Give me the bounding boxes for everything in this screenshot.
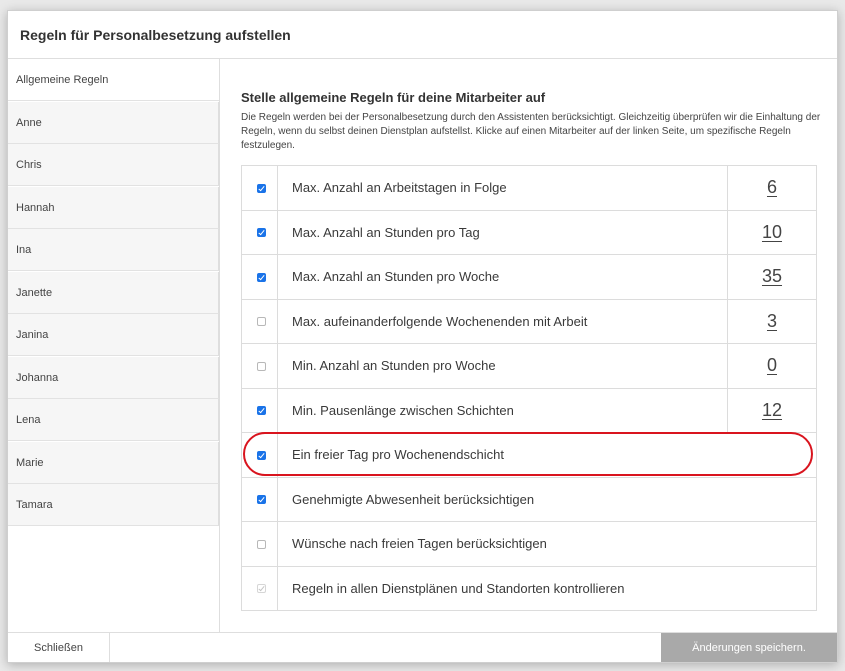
checkbox-cell [242,299,278,343]
rule-label: Genehmigte Abwesenheit berücksichtigen [292,491,535,507]
rule-label: Min. Pausenlänge zwischen Schichten [292,402,514,418]
sidebar-item-anne[interactable]: Anne [8,101,219,144]
checkbox-cell [242,433,278,477]
save-changes-button[interactable]: Änderungen speichern. [661,633,837,662]
rule-row: Max. Anzahl an Stunden pro Woche 35 [242,255,816,300]
rule-label: Max. aufeinanderfolgende Wochenenden mit… [292,313,588,329]
checkbox-cell [242,522,278,566]
sidebar-item-janette[interactable]: Janette [8,271,219,314]
rule-label: Wünsche nach freien Tagen berücksichtige… [292,536,547,552]
rule-checkbox[interactable] [257,317,266,327]
dialog-footer: Schließen Änderungen speichern. [8,632,837,662]
dialog-header: Regeln für Personalbesetzung aufstellen [8,11,837,59]
dialog-title: Regeln für Personalbesetzung aufstellen [20,27,291,43]
checkbox-cell [242,210,278,254]
checkbox-cell [242,388,278,432]
rule-row: Max. Anzahl an Stunden pro Tag 10 [242,210,816,255]
rule-row: Max. Anzahl an Arbeitstagen in Folge 6 [242,166,816,211]
rules-dialog: Regeln für Personalbesetzung aufstellen … [7,10,838,663]
rule-label: Max. Anzahl an Stunden pro Tag [292,224,480,240]
rule-checkbox[interactable] [257,406,266,416]
sidebar-item-allgemeine-regeln[interactable]: Allgemeine Regeln [8,59,219,101]
sidebar-item-marie[interactable]: Marie [8,441,219,484]
rule-value-cell: 35 [727,255,816,299]
rule-row: Genehmigte Abwesenheit berücksichtigen [242,477,816,522]
rule-checkbox[interactable] [257,495,266,505]
rule-value-link[interactable]: 0 [767,355,777,376]
rule-row: Regeln in allen Dienstplänen und Standor… [242,566,816,611]
checkbox-cell [242,477,278,521]
rule-checkbox[interactable] [257,539,266,549]
rule-value-cell: 12 [727,388,816,432]
rule-value-cell: 6 [727,166,816,210]
rules-table: Max. Anzahl an Arbeitstagen in Folge 6 M… [241,165,817,611]
rule-value-cell: 0 [727,344,816,388]
rule-label: Min. Anzahl an Stunden pro Woche [292,358,496,374]
checkbox-cell [242,166,278,210]
rule-label: Max. Anzahl an Arbeitstagen in Folge [292,180,507,196]
rule-checkbox[interactable] [257,183,266,193]
sidebar-item-tamara[interactable]: Tamara [8,484,219,526]
checkbox-cell [242,566,278,610]
panel-heading: Stelle allgemeine Regeln für deine Mitar… [241,90,546,105]
sidebar-item-ina[interactable]: Ina [8,229,219,271]
employee-sidebar: Allgemeine Regeln Anne Chris Hannah Ina … [8,59,220,633]
rule-label: Max. Anzahl an Stunden pro Woche [292,269,500,285]
rules-panel: Stelle allgemeine Regeln für deine Mitar… [220,59,838,633]
rule-value-link[interactable]: 12 [762,400,782,421]
rule-value-link[interactable]: 10 [762,222,782,243]
close-button[interactable]: Schließen [8,633,110,662]
rule-row: Max. aufeinanderfolgende Wochenenden mit… [242,299,816,344]
rule-row: Wünsche nach freien Tagen berücksichtige… [242,522,816,567]
rule-row: Ein freier Tag pro Wochenendschicht [242,433,816,478]
rule-checkbox[interactable] [257,450,266,460]
sidebar-item-lena[interactable]: Lena [8,399,219,441]
checkbox-cell [242,344,278,388]
rule-value-link[interactable]: 3 [767,311,777,332]
rule-value-link[interactable]: 35 [762,266,782,287]
sidebar-item-hannah[interactable]: Hannah [8,186,219,229]
rule-row: Min. Anzahl an Stunden pro Woche 0 [242,344,816,389]
sidebar-item-johanna[interactable]: Johanna [8,356,219,399]
rule-value-cell: 10 [727,210,816,254]
rule-value-link[interactable]: 6 [767,177,777,198]
rule-row: Min. Pausenlänge zwischen Schichten 12 [242,388,816,433]
rule-checkbox[interactable] [257,361,266,371]
sidebar-item-janina[interactable]: Janina [8,314,219,356]
checkbox-cell [242,255,278,299]
rule-checkbox[interactable] [257,272,266,282]
sidebar-item-chris[interactable]: Chris [8,144,219,186]
rule-checkbox-disabled [257,584,266,594]
rule-label: Ein freier Tag pro Wochenendschicht [292,447,504,463]
rule-label: Regeln in allen Dienstplänen und Standor… [292,580,625,596]
rule-value-cell: 3 [727,299,816,343]
panel-description: Die Regeln werden bei der Personalbesetz… [241,112,821,151]
rule-checkbox[interactable] [257,228,266,238]
